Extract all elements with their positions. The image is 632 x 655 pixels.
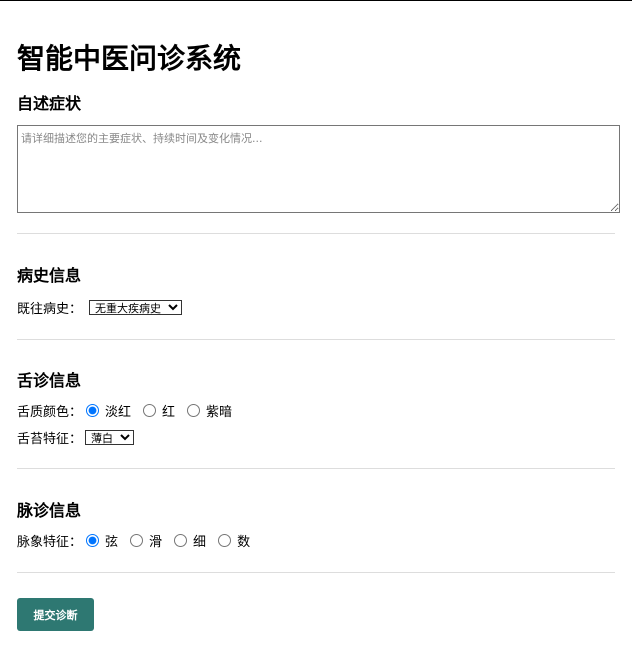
divider	[17, 468, 615, 469]
tongue-color-option[interactable]: 红	[141, 401, 183, 420]
radio-thin[interactable]	[174, 534, 188, 547]
submit-button[interactable]: 提交诊断	[17, 598, 94, 631]
page-title: 智能中医问诊系统	[17, 42, 242, 75]
tongue-coating-row: 舌苔特征： 薄白	[17, 428, 135, 447]
tongue-coating-select[interactable]: 薄白	[85, 430, 135, 445]
divider	[17, 572, 615, 573]
pulse-label: 脉象特征：	[17, 535, 83, 550]
tongue-color-row: 舌质颜色： 淡红 红 紫暗	[17, 401, 240, 420]
tongue-coating-label: 舌苔特征：	[17, 432, 83, 447]
history-heading: 病史信息	[17, 266, 82, 285]
symptoms-textarea[interactable]	[17, 125, 620, 213]
history-label: 既往病史：	[17, 302, 83, 317]
radio-purple-dark[interactable]	[187, 404, 201, 417]
radio-label: 红	[162, 405, 176, 420]
divider	[17, 339, 615, 340]
pulse-option[interactable]: 滑	[128, 531, 170, 550]
radio-rapid[interactable]	[218, 534, 232, 547]
radio-label: 数	[237, 535, 251, 550]
pulse-option[interactable]: 数	[216, 531, 258, 550]
radio-pale-red[interactable]	[86, 404, 100, 417]
pulse-heading: 脉诊信息	[17, 501, 82, 520]
radio-slippery[interactable]	[130, 534, 144, 547]
symptoms-heading: 自述症状	[17, 94, 82, 113]
tongue-color-option[interactable]: 淡红	[84, 401, 139, 420]
radio-red[interactable]	[143, 404, 157, 417]
radio-wiry[interactable]	[86, 534, 100, 547]
radio-label: 细	[193, 535, 207, 550]
history-row: 既往病史： 无重大疾病史	[17, 298, 183, 317]
pulse-option[interactable]: 细	[172, 531, 214, 550]
tongue-heading: 舌诊信息	[17, 371, 82, 390]
radio-label: 弦	[105, 535, 119, 550]
radio-label: 滑	[149, 535, 163, 550]
divider	[17, 233, 615, 234]
radio-label: 淡红	[105, 405, 132, 420]
radio-label: 紫暗	[206, 405, 233, 420]
tongue-color-option[interactable]: 紫暗	[185, 401, 240, 420]
pulse-row: 脉象特征： 弦 滑 细 数	[17, 531, 258, 550]
tongue-color-label: 舌质颜色：	[17, 405, 83, 420]
pulse-option[interactable]: 弦	[84, 531, 126, 550]
history-select[interactable]: 无重大疾病史	[89, 300, 183, 315]
